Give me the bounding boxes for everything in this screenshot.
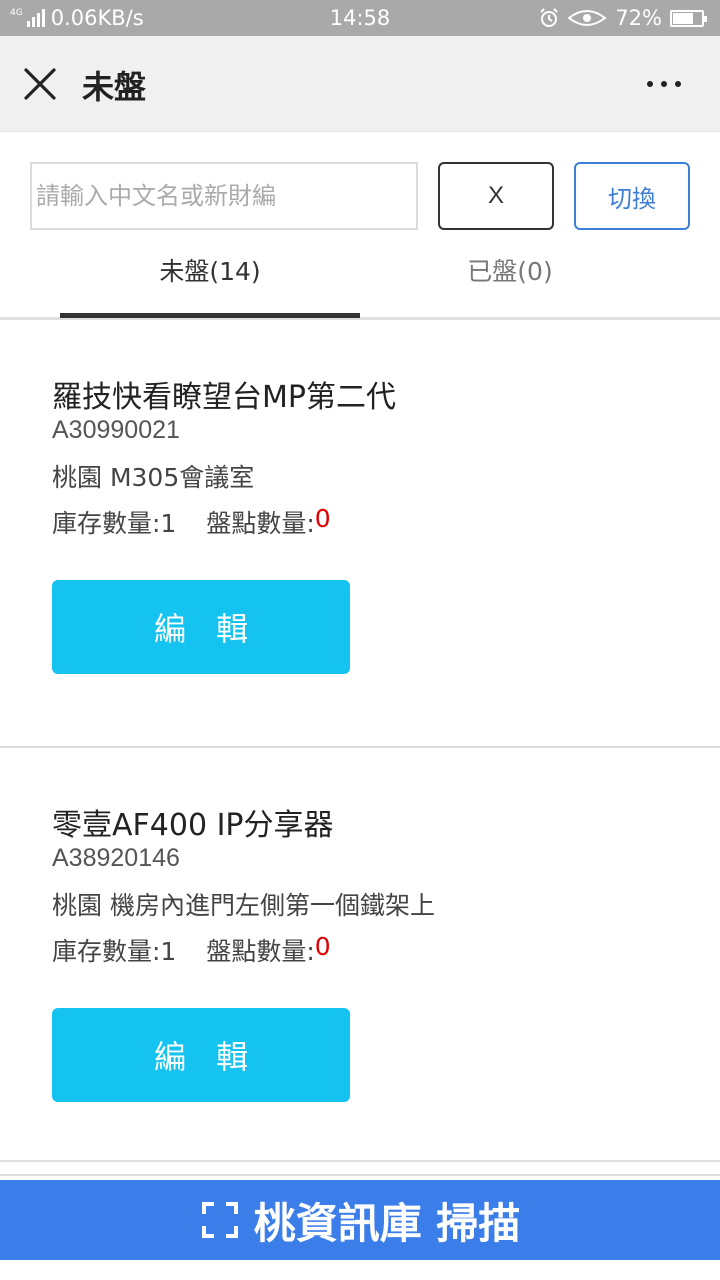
item-code: A38920146 [52,844,180,872]
status-bar-right: 72% [539,6,707,30]
tab-checked[interactable]: 已盤(0) [360,252,660,288]
item-name: 羅技快看瞭望台MP第二代 [52,380,396,415]
list-item: 零壹AF400 IP分享器 A38920146 桃園 機房內進門左側第一個鐵架上… [0,748,720,1176]
page-title: 未盤 [82,68,147,106]
divider [0,1160,720,1162]
item-quantities: 庫存數量:1 盤點數量: 0 [52,932,331,968]
battery-percent: 72% [615,6,662,30]
count-quantity-label: 盤點數量: [206,937,315,966]
clear-button[interactable]: X [438,162,554,230]
nav-bar: 未盤 [0,36,720,132]
more-icon[interactable] [644,72,684,96]
list-item: 羅技快看瞭望台MP第二代 A30990021 桃園 M305會議室 庫存數量:1… [0,320,720,748]
stock-quantity: 庫存數量:1 [52,937,177,966]
count-quantity-value: 0 [314,504,331,533]
item-code: A30990021 [52,416,180,444]
edit-button[interactable]: 編輯 [52,1008,350,1102]
search-input[interactable] [30,162,418,230]
alarm-icon [540,8,559,27]
edit-button[interactable]: 編輯 [52,580,350,674]
close-icon[interactable] [22,66,58,102]
battery-level [673,12,694,24]
item-location: 桃園 機房內進門左側第一個鐵架上 [52,891,435,920]
eye-icon [567,10,607,26]
scan-label: 桃資訊庫 掃描 [253,1198,521,1248]
item-quantities: 庫存數量:1 盤點數量: 0 [52,504,331,540]
tab-bar: 未盤(14) 已盤(0) [0,240,720,320]
scan-icon [201,1202,238,1238]
switch-button[interactable]: 切換 [574,162,690,230]
item-name: 零壹AF400 IP分享器 [52,808,334,843]
tab-active-indicator [60,313,360,318]
count-quantity-label: 盤點數量: [206,509,315,538]
status-bar: 4G 0.06KB/s 14:58 72% [0,0,720,36]
stock-quantity: 庫存數量:1 [52,509,177,538]
battery-icon [670,9,707,27]
count-quantity-value: 0 [314,932,331,961]
scan-button[interactable]: 桃資訊庫 掃描 [0,1180,720,1260]
tab-unchecked[interactable]: 未盤(14) [60,252,360,288]
item-location: 桃園 M305會議室 [52,463,255,492]
